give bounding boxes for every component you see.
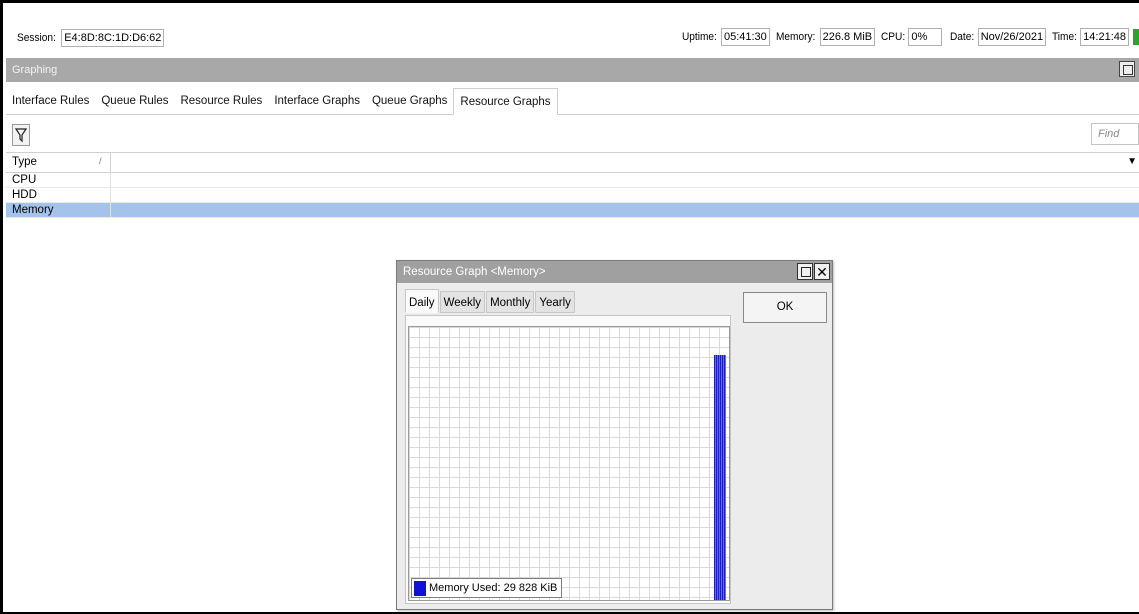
column-header-type[interactable]: Type: [12, 156, 37, 168]
tab-weekly[interactable]: Weekly: [439, 291, 486, 313]
restore-icon[interactable]: [1119, 61, 1135, 77]
tab-monthly[interactable]: Monthly: [486, 291, 535, 313]
table-row[interactable]: HDD: [6, 188, 1139, 203]
dialog-title-bar[interactable]: Resource Graph <Memory> ✕: [397, 261, 832, 283]
tab-yearly[interactable]: Yearly: [535, 291, 575, 313]
close-icon[interactable]: ✕: [814, 263, 830, 280]
time-label: Time:: [1052, 31, 1078, 43]
graph-legend: Memory Used: 29 828 KiB: [411, 578, 563, 598]
cpu-field: 0%: [908, 28, 943, 46]
column-menu-icon[interactable]: ▼: [1127, 156, 1137, 167]
uptime-field: 05:41:30: [720, 28, 770, 46]
resource-table: Type / ▼ CPU HDD Memory: [6, 152, 1139, 218]
session-group: Session: E4:8D:8C:1D:D6:62: [17, 29, 165, 47]
tab-resource-rules[interactable]: Resource Rules: [174, 88, 268, 114]
cpu-label: CPU:: [881, 31, 906, 43]
tab-bar: Interface Rules Queue Rules Resource Rul…: [6, 88, 1139, 115]
dialog-window-controls: ✕: [796, 263, 830, 280]
graph-grid: [409, 327, 729, 600]
memory-graph: Memory Used: 29 828 KiB: [408, 326, 730, 601]
column-divider: [110, 188, 111, 202]
memory-label: Memory:: [775, 31, 816, 43]
row-type: HDD: [12, 189, 37, 201]
resource-graph-dialog: Resource Graph <Memory> ✕ Daily Weekly M…: [396, 260, 833, 610]
row-type: Memory: [12, 204, 54, 216]
sort-indicator-icon: /: [99, 156, 102, 166]
maximize-icon[interactable]: [797, 263, 813, 280]
time-field: 14:21:48: [1080, 28, 1129, 46]
tab-queue-rules[interactable]: Queue Rules: [95, 88, 174, 114]
column-divider: [110, 203, 111, 217]
app-window: Session: E4:8D:8C:1D:D6:62 Uptime: 05:41…: [0, 0, 1139, 614]
table-header: Type / ▼: [6, 152, 1139, 173]
tab-interface-rules[interactable]: Interface Rules: [6, 88, 95, 114]
tab-daily[interactable]: Daily: [405, 289, 439, 313]
legend-swatch: [414, 580, 426, 596]
tab-queue-graphs[interactable]: Queue Graphs: [366, 88, 453, 114]
date-field: Nov/26/2021: [977, 28, 1047, 46]
window-title-bar: Graphing: [6, 58, 1139, 82]
status-led-icon: [1133, 29, 1139, 45]
session-field[interactable]: E4:8D:8C:1D:D6:62: [61, 29, 165, 47]
filter-icon: [15, 128, 27, 143]
dialog-title: Resource Graph <Memory>: [403, 266, 546, 278]
window-title: Graphing: [12, 64, 58, 76]
session-label: Session:: [17, 32, 56, 44]
status-bar: Session: E4:8D:8C:1D:D6:62 Uptime: 05:41…: [9, 25, 1139, 51]
column-divider: [110, 173, 111, 187]
legend-text: Memory Used: 29 828 KiB: [429, 582, 558, 594]
dialog-tabs: Daily Weekly Monthly Yearly: [405, 289, 576, 313]
memory-field: 226.8 MiB: [819, 28, 876, 46]
table-row[interactable]: CPU: [6, 173, 1139, 188]
table-row-selected[interactable]: Memory: [6, 203, 1139, 218]
tab-resource-graphs[interactable]: Resource Graphs: [453, 88, 558, 115]
find-input[interactable]: Find: [1091, 123, 1139, 145]
graph-panel: Memory Used: 29 828 KiB: [405, 315, 731, 604]
graph-data-bars: [714, 355, 726, 600]
column-divider[interactable]: [110, 153, 111, 172]
toolbar: Find: [6, 121, 1139, 149]
uptime-label: Uptime:: [682, 31, 717, 43]
filter-button[interactable]: [12, 124, 30, 146]
row-type: CPU: [12, 174, 37, 186]
system-info: Uptime: 05:41:30 Memory: 226.8 MiB CPU: …: [676, 28, 1139, 46]
ok-button[interactable]: OK: [743, 292, 827, 323]
tab-interface-graphs[interactable]: Interface Graphs: [268, 88, 366, 114]
date-label: Date:: [950, 31, 975, 43]
